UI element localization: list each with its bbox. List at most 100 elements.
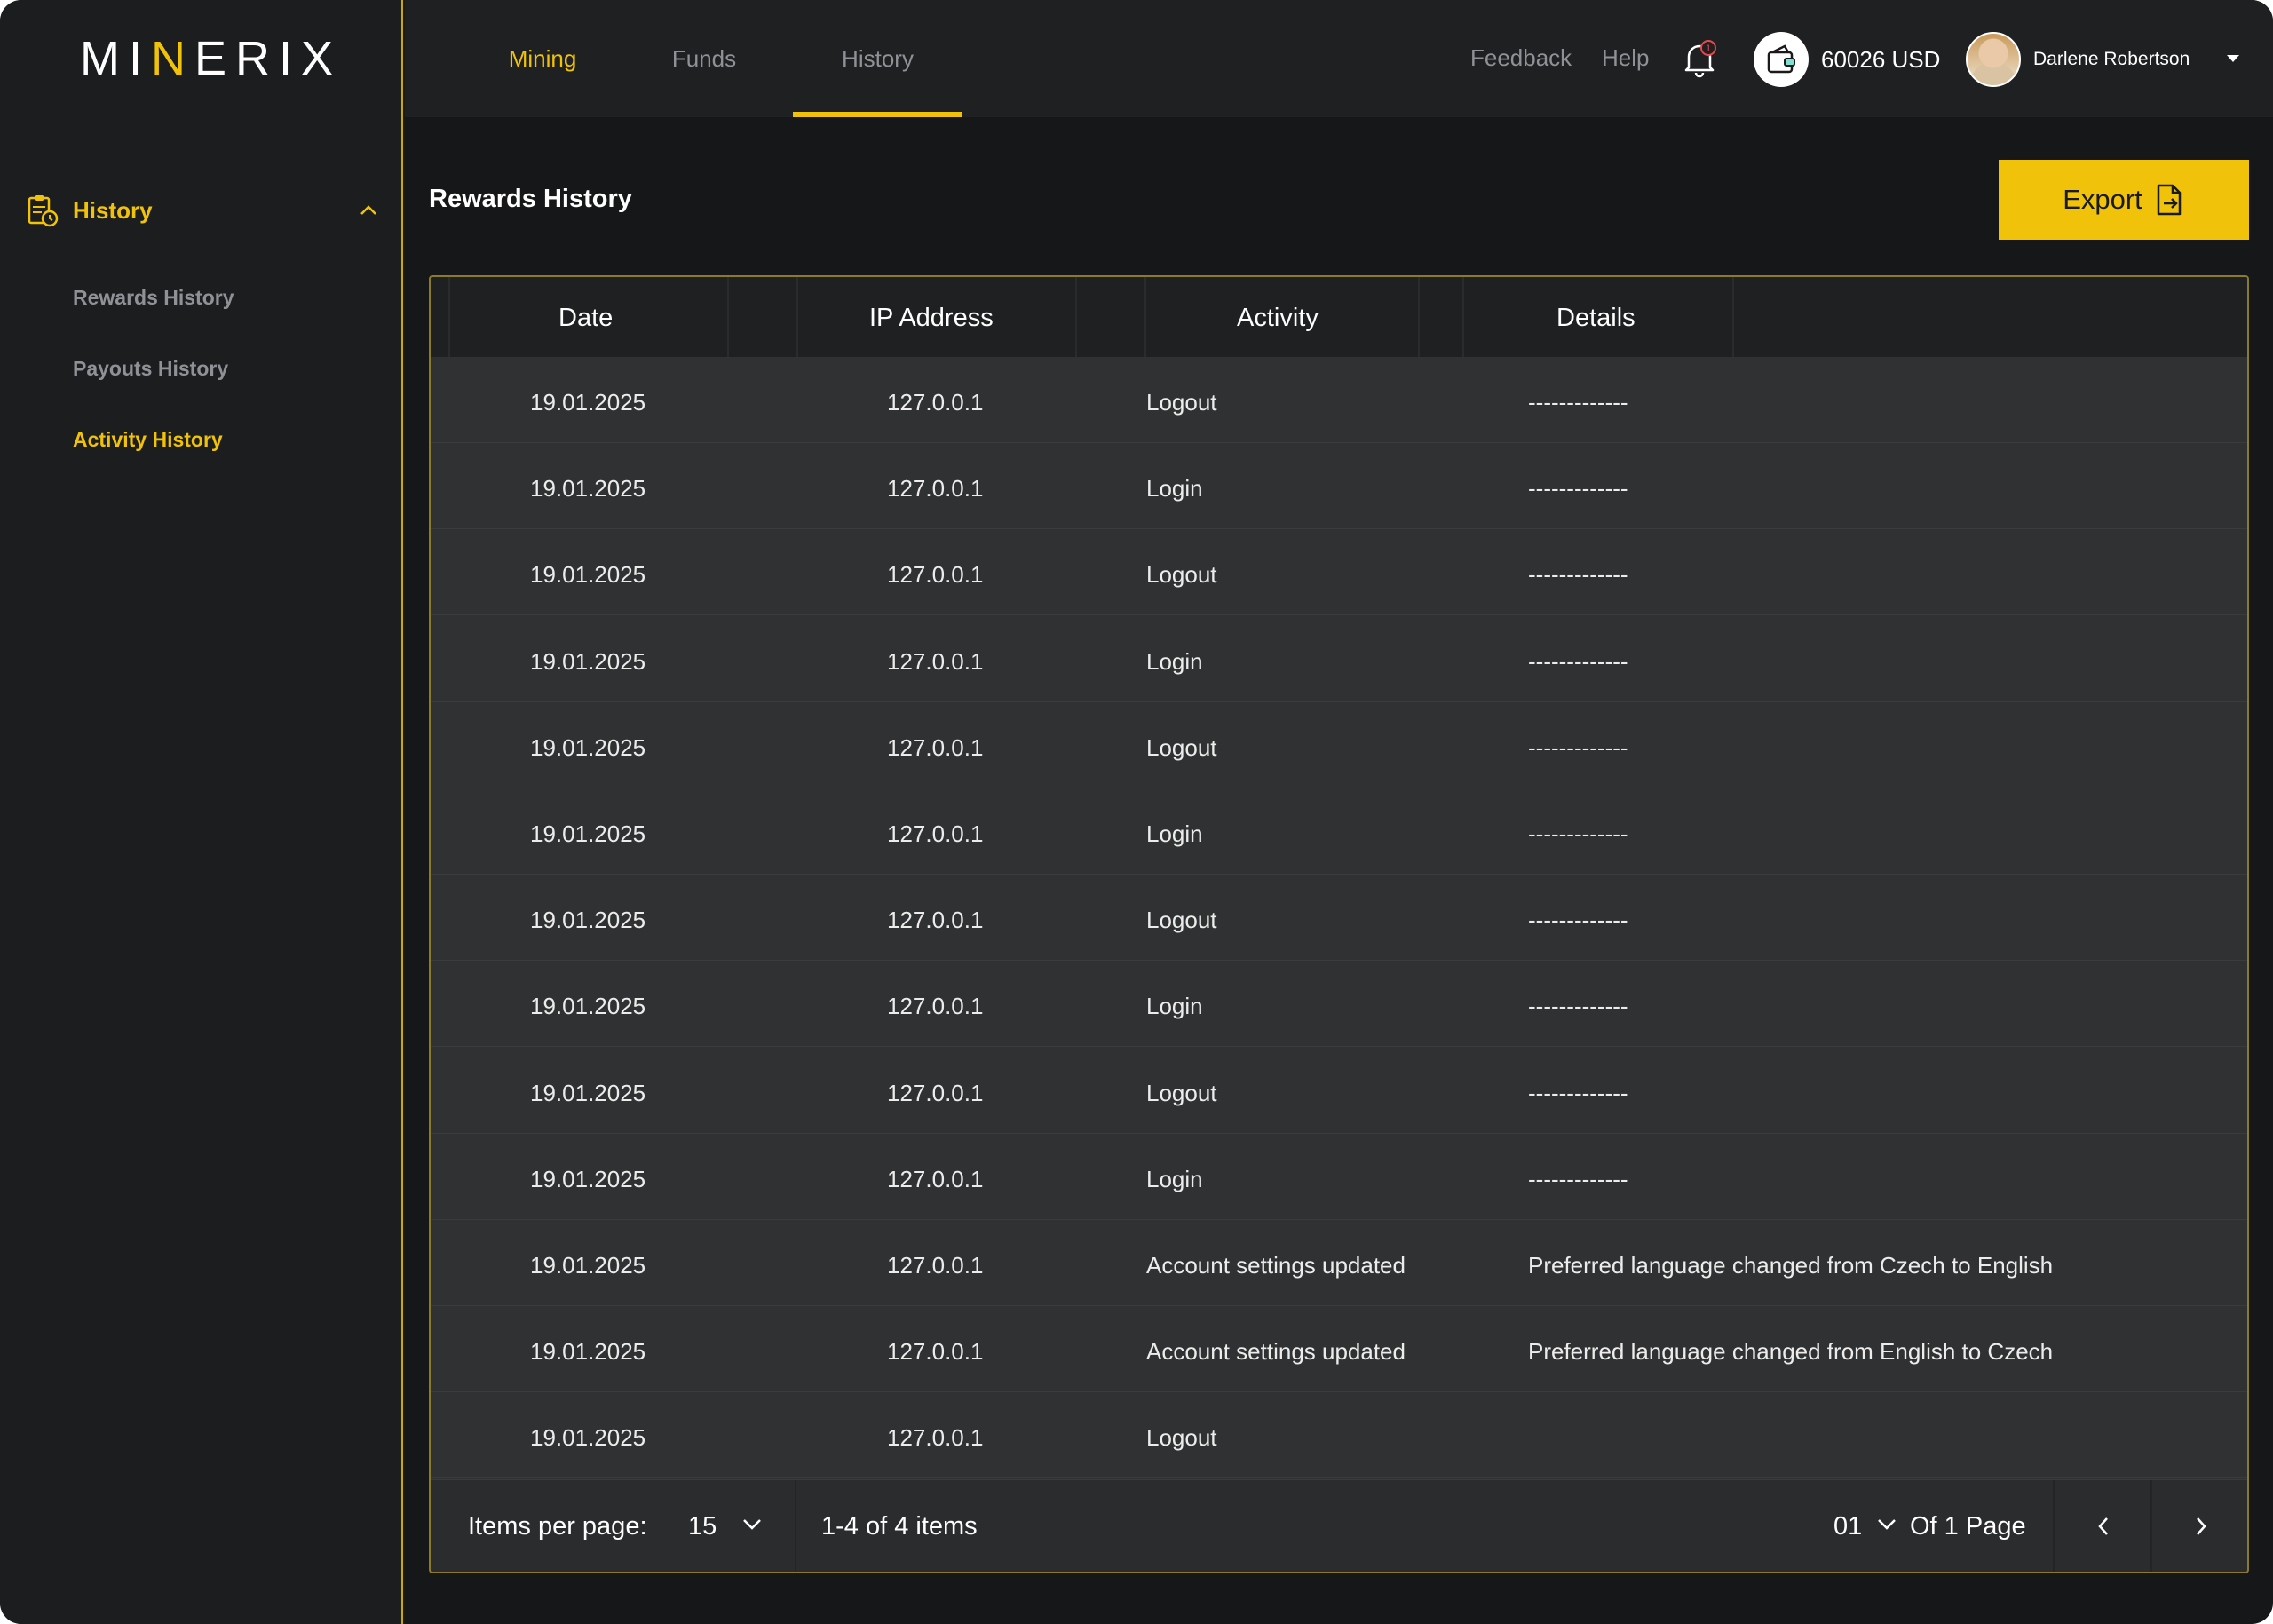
cell-ip-address: 127.0.0.1 [887, 1338, 984, 1366]
cell-details: Preferred language changed from Czech to… [1528, 1252, 2054, 1279]
export-button[interactable]: Export [1999, 160, 2249, 240]
logo-prefix: MI [80, 32, 151, 85]
table-row[interactable]: 19.01.2025 127.0.0.1 Login ------------- [431, 788, 2247, 875]
notification-count: 1 [1706, 44, 1711, 54]
cell-date: 19.01.2025 [530, 820, 646, 847]
sidebar-item-rewards-history[interactable]: Rewards History [73, 286, 234, 310]
export-label: Export [2063, 184, 2142, 215]
cell-activity: Logout [1146, 733, 1217, 761]
cell-details: ------------- [1528, 1079, 1628, 1106]
cell-date: 19.01.2025 [530, 561, 646, 589]
chevron-down-icon[interactable] [1876, 1517, 1897, 1532]
items-per-page-label: Items per page: [468, 1512, 647, 1541]
column-date[interactable]: Date [558, 304, 613, 333]
chevron-up-icon[interactable] [357, 199, 380, 222]
minerix-logo[interactable]: MI N ERIX [80, 32, 342, 85]
cell-ip-address: 127.0.0.1 [887, 1424, 984, 1452]
cell-details: ------------- [1528, 475, 1628, 503]
cell-date: 19.01.2025 [530, 733, 646, 761]
export-file-icon [2157, 184, 2182, 216]
cell-activity: Account settings updated [1146, 1252, 1406, 1279]
cell-date: 19.01.2025 [530, 1252, 646, 1279]
username[interactable]: Darlene Robertson [2033, 49, 2190, 70]
table-row[interactable]: 19.01.2025 127.0.0.1 Login ------------- [431, 616, 2247, 702]
cell-ip-address: 127.0.0.1 [887, 820, 984, 847]
sidebar-item-activity-history[interactable]: Activity History [73, 428, 223, 452]
page-select[interactable]: 01 [1833, 1512, 1862, 1541]
cell-date: 19.01.2025 [530, 389, 646, 416]
cell-details: ------------- [1528, 820, 1628, 847]
previous-page-button[interactable] [2055, 1480, 2151, 1572]
cell-ip-address: 127.0.0.1 [887, 389, 984, 416]
tab-history[interactable]: History [793, 0, 962, 117]
column-details[interactable]: Details [1556, 304, 1635, 333]
cell-date: 19.01.2025 [530, 475, 646, 503]
next-page-button[interactable] [2153, 1480, 2247, 1572]
chevron-down-icon[interactable] [741, 1517, 763, 1532]
cell-activity: Logout [1146, 1424, 1217, 1452]
cell-ip-address: 127.0.0.1 [887, 907, 984, 934]
page-count: Of 1 Page [1910, 1512, 2026, 1541]
table-row[interactable]: 19.01.2025 127.0.0.1 Login ------------- [431, 961, 2247, 1048]
sidebar-item-payouts-history[interactable]: Payouts History [73, 357, 228, 381]
column-ip-address[interactable]: IP Address [869, 304, 994, 333]
pagination-bar: Items per page: 15 1-4 of 4 items 01 Of … [431, 1479, 2247, 1572]
cell-activity: Logout [1146, 561, 1217, 589]
cell-details: ------------- [1528, 647, 1628, 675]
cell-date: 19.01.2025 [530, 1338, 646, 1366]
table-row[interactable]: 19.01.2025 127.0.0.1 Account settings upda… [431, 1220, 2247, 1306]
cell-date: 19.01.2025 [530, 993, 646, 1020]
cell-ip-address: 127.0.0.1 [887, 475, 984, 503]
chevron-left-icon [2098, 1517, 2108, 1535]
logo-accent: N [151, 32, 194, 85]
cell-details: ------------- [1528, 389, 1628, 416]
sidebar-section-history[interactable]: History [25, 188, 380, 233]
cell-ip-address: 127.0.0.1 [887, 647, 984, 675]
table-row[interactable]: 19.01.2025 127.0.0.1 Logout ------------- [431, 357, 2247, 443]
feedback-link[interactable]: Feedback [1470, 44, 1572, 72]
tab-funds[interactable]: Funds [642, 0, 766, 117]
table-row[interactable]: 19.01.2025 127.0.0.1 Logout [431, 1392, 2247, 1479]
cell-activity: Account settings updated [1146, 1338, 1406, 1366]
table-row[interactable]: 19.01.2025 127.0.0.1 Logout ------------- [431, 875, 2247, 962]
cell-details: ------------- [1528, 993, 1628, 1020]
balance-amount: 60026 USD [1821, 46, 1941, 73]
wallet-icon[interactable] [1754, 32, 1809, 87]
items-range: 1-4 of 4 items [821, 1512, 978, 1541]
cell-ip-address: 127.0.0.1 [887, 561, 984, 589]
page-title: Rewards History [429, 185, 632, 213]
cell-details: ------------- [1528, 561, 1628, 589]
logo-suffix: ERIX [194, 32, 343, 85]
cell-details: Preferred language changed from English … [1528, 1338, 2054, 1366]
help-link[interactable]: Help [1602, 44, 1649, 72]
bell-icon[interactable]: 1 [1682, 39, 1717, 78]
cell-activity: Login [1146, 820, 1203, 847]
table-row[interactable]: 19.01.2025 127.0.0.1 Login ------------- [431, 1134, 2247, 1220]
cell-date: 19.01.2025 [530, 1079, 646, 1106]
cell-ip-address: 127.0.0.1 [887, 733, 984, 761]
sidebar: MI N ERIX History Rewards History Payouts … [0, 0, 403, 1624]
table-row[interactable]: 19.01.2025 127.0.0.1 Logout ------------- [431, 1048, 2247, 1134]
tab-mining[interactable]: Mining [476, 0, 609, 117]
table-row[interactable]: 19.01.2025 127.0.0.1 Login ------------- [431, 443, 2247, 530]
items-per-page-select[interactable]: 15 [688, 1512, 717, 1541]
cell-date: 19.01.2025 [530, 647, 646, 675]
cell-date: 19.01.2025 [530, 1165, 646, 1192]
cell-ip-address: 127.0.0.1 [887, 993, 984, 1020]
table-row[interactable]: 19.01.2025 127.0.0.1 Logout ------------- [431, 529, 2247, 616]
cell-activity: Logout [1146, 1079, 1217, 1106]
chevron-down-icon[interactable] [2227, 55, 2239, 62]
column-activity[interactable]: Activity [1237, 304, 1319, 333]
cell-activity: Login [1146, 1165, 1203, 1192]
cell-details: ------------- [1528, 733, 1628, 761]
cell-ip-address: 127.0.0.1 [887, 1165, 984, 1192]
cell-details: ------------- [1528, 1165, 1628, 1192]
avatar[interactable] [1966, 32, 2021, 87]
cell-details: ------------- [1528, 907, 1628, 934]
history-clipboard-icon [28, 195, 59, 227]
app-window: MI N ERIX History Rewards History Payouts … [0, 0, 2273, 1624]
sidebar-section-label: History [73, 196, 153, 224]
table-row[interactable]: 19.01.2025 127.0.0.1 Account settings upda… [431, 1306, 2247, 1393]
table-header: Date IP Address Activity Details [431, 277, 2247, 357]
table-row[interactable]: 19.01.2025 127.0.0.1 Logout ------------- [431, 702, 2247, 788]
